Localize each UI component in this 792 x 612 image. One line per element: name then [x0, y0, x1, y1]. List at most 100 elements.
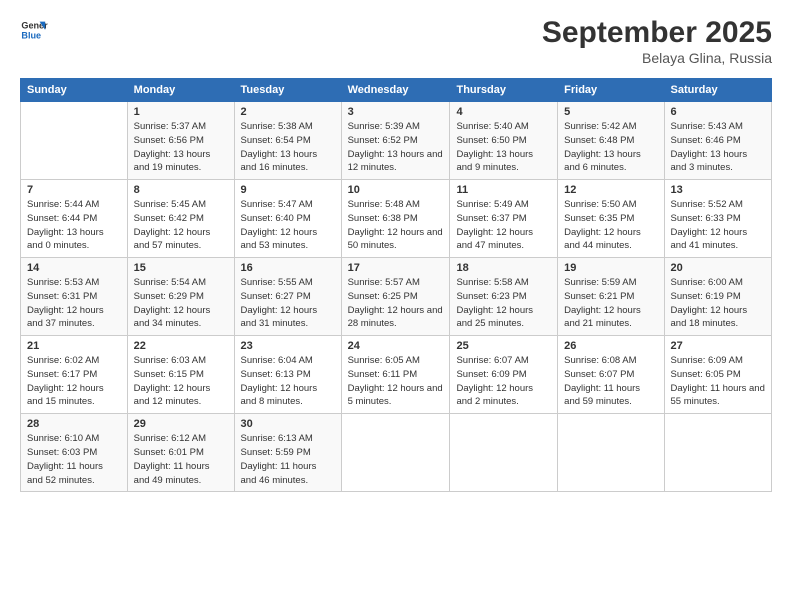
- day-info: Sunrise: 6:00 AMSunset: 6:19 PMDaylight:…: [671, 276, 765, 331]
- day-number: 13: [671, 184, 765, 196]
- calendar-cell: 16 Sunrise: 5:55 AMSunset: 6:27 PMDaylig…: [234, 258, 341, 336]
- calendar-cell: 27 Sunrise: 6:09 AMSunset: 6:05 PMDaylig…: [664, 336, 771, 414]
- day-number: 25: [456, 340, 551, 352]
- day-number: 14: [27, 262, 121, 274]
- day-number: 12: [564, 184, 657, 196]
- day-number: 4: [456, 106, 551, 118]
- day-number: 7: [27, 184, 121, 196]
- day-info: Sunrise: 5:45 AMSunset: 6:42 PMDaylight:…: [134, 198, 228, 253]
- day-number: 2: [241, 106, 335, 118]
- calendar-cell: 18 Sunrise: 5:58 AMSunset: 6:23 PMDaylig…: [450, 258, 558, 336]
- day-number: 8: [134, 184, 228, 196]
- day-number: 17: [348, 262, 444, 274]
- day-number: 24: [348, 340, 444, 352]
- calendar-week-row: 7 Sunrise: 5:44 AMSunset: 6:44 PMDayligh…: [21, 180, 772, 258]
- day-number: 6: [671, 106, 765, 118]
- day-info: Sunrise: 5:50 AMSunset: 6:35 PMDaylight:…: [564, 198, 657, 253]
- day-info: Sunrise: 6:09 AMSunset: 6:05 PMDaylight:…: [671, 354, 765, 409]
- day-number: 27: [671, 340, 765, 352]
- day-info: Sunrise: 6:07 AMSunset: 6:09 PMDaylight:…: [456, 354, 551, 409]
- day-info: Sunrise: 5:55 AMSunset: 6:27 PMDaylight:…: [241, 276, 335, 331]
- day-number: 22: [134, 340, 228, 352]
- calendar-cell: 5 Sunrise: 5:42 AMSunset: 6:48 PMDayligh…: [558, 102, 664, 180]
- calendar-cell: [21, 102, 128, 180]
- calendar-cell: 1 Sunrise: 5:37 AMSunset: 6:56 PMDayligh…: [127, 102, 234, 180]
- calendar-cell: 7 Sunrise: 5:44 AMSunset: 6:44 PMDayligh…: [21, 180, 128, 258]
- day-info: Sunrise: 5:40 AMSunset: 6:50 PMDaylight:…: [456, 120, 551, 175]
- calendar-cell: 28 Sunrise: 6:10 AMSunset: 6:03 PMDaylig…: [21, 414, 128, 492]
- day-info: Sunrise: 5:39 AMSunset: 6:52 PMDaylight:…: [348, 120, 444, 175]
- day-info: Sunrise: 6:03 AMSunset: 6:15 PMDaylight:…: [134, 354, 228, 409]
- day-info: Sunrise: 5:57 AMSunset: 6:25 PMDaylight:…: [348, 276, 444, 331]
- day-number: 9: [241, 184, 335, 196]
- calendar-week-row: 28 Sunrise: 6:10 AMSunset: 6:03 PMDaylig…: [21, 414, 772, 492]
- calendar-cell: [341, 414, 450, 492]
- header-wednesday: Wednesday: [341, 79, 450, 102]
- calendar-cell: 10 Sunrise: 5:48 AMSunset: 6:38 PMDaylig…: [341, 180, 450, 258]
- day-number: 30: [241, 418, 335, 430]
- calendar-week-row: 14 Sunrise: 5:53 AMSunset: 6:31 PMDaylig…: [21, 258, 772, 336]
- calendar-cell: 21 Sunrise: 6:02 AMSunset: 6:17 PMDaylig…: [21, 336, 128, 414]
- day-number: 5: [564, 106, 657, 118]
- calendar-cell: 2 Sunrise: 5:38 AMSunset: 6:54 PMDayligh…: [234, 102, 341, 180]
- day-number: 29: [134, 418, 228, 430]
- day-info: Sunrise: 5:59 AMSunset: 6:21 PMDaylight:…: [564, 276, 657, 331]
- calendar-table: Sunday Monday Tuesday Wednesday Thursday…: [20, 78, 772, 492]
- day-number: 20: [671, 262, 765, 274]
- header-friday: Friday: [558, 79, 664, 102]
- day-number: 1: [134, 106, 228, 118]
- month-title: September 2025: [542, 16, 772, 50]
- day-number: 11: [456, 184, 551, 196]
- calendar-cell: 12 Sunrise: 5:50 AMSunset: 6:35 PMDaylig…: [558, 180, 664, 258]
- calendar-cell: 24 Sunrise: 6:05 AMSunset: 6:11 PMDaylig…: [341, 336, 450, 414]
- calendar-cell: 8 Sunrise: 5:45 AMSunset: 6:42 PMDayligh…: [127, 180, 234, 258]
- header-sunday: Sunday: [21, 79, 128, 102]
- day-number: 10: [348, 184, 444, 196]
- day-info: Sunrise: 5:54 AMSunset: 6:29 PMDaylight:…: [134, 276, 228, 331]
- day-info: Sunrise: 5:58 AMSunset: 6:23 PMDaylight:…: [456, 276, 551, 331]
- day-number: 21: [27, 340, 121, 352]
- calendar-page: General Blue September 2025 Belaya Glina…: [0, 0, 792, 612]
- calendar-cell: 23 Sunrise: 6:04 AMSunset: 6:13 PMDaylig…: [234, 336, 341, 414]
- day-number: 28: [27, 418, 121, 430]
- svg-text:Blue: Blue: [21, 30, 41, 40]
- calendar-cell: 9 Sunrise: 5:47 AMSunset: 6:40 PMDayligh…: [234, 180, 341, 258]
- weekday-header-row: Sunday Monday Tuesday Wednesday Thursday…: [21, 79, 772, 102]
- header-tuesday: Tuesday: [234, 79, 341, 102]
- logo: General Blue: [20, 16, 48, 44]
- day-info: Sunrise: 5:43 AMSunset: 6:46 PMDaylight:…: [671, 120, 765, 175]
- day-info: Sunrise: 5:48 AMSunset: 6:38 PMDaylight:…: [348, 198, 444, 253]
- calendar-cell: 30 Sunrise: 6:13 AMSunset: 5:59 PMDaylig…: [234, 414, 341, 492]
- day-info: Sunrise: 5:53 AMSunset: 6:31 PMDaylight:…: [27, 276, 121, 331]
- day-info: Sunrise: 6:13 AMSunset: 5:59 PMDaylight:…: [241, 432, 335, 487]
- calendar-cell: 4 Sunrise: 5:40 AMSunset: 6:50 PMDayligh…: [450, 102, 558, 180]
- day-number: 23: [241, 340, 335, 352]
- day-number: 18: [456, 262, 551, 274]
- calendar-cell: 11 Sunrise: 5:49 AMSunset: 6:37 PMDaylig…: [450, 180, 558, 258]
- calendar-cell: 15 Sunrise: 5:54 AMSunset: 6:29 PMDaylig…: [127, 258, 234, 336]
- day-info: Sunrise: 5:44 AMSunset: 6:44 PMDaylight:…: [27, 198, 121, 253]
- calendar-cell: [664, 414, 771, 492]
- calendar-cell: 3 Sunrise: 5:39 AMSunset: 6:52 PMDayligh…: [341, 102, 450, 180]
- day-info: Sunrise: 6:04 AMSunset: 6:13 PMDaylight:…: [241, 354, 335, 409]
- day-info: Sunrise: 6:12 AMSunset: 6:01 PMDaylight:…: [134, 432, 228, 487]
- title-block: September 2025 Belaya Glina, Russia: [542, 16, 772, 66]
- day-number: 16: [241, 262, 335, 274]
- header-saturday: Saturday: [664, 79, 771, 102]
- day-number: 3: [348, 106, 444, 118]
- day-info: Sunrise: 6:05 AMSunset: 6:11 PMDaylight:…: [348, 354, 444, 409]
- day-number: 15: [134, 262, 228, 274]
- day-info: Sunrise: 5:47 AMSunset: 6:40 PMDaylight:…: [241, 198, 335, 253]
- day-number: 26: [564, 340, 657, 352]
- calendar-cell: 20 Sunrise: 6:00 AMSunset: 6:19 PMDaylig…: [664, 258, 771, 336]
- header-thursday: Thursday: [450, 79, 558, 102]
- calendar-cell: [450, 414, 558, 492]
- calendar-cell: 29 Sunrise: 6:12 AMSunset: 6:01 PMDaylig…: [127, 414, 234, 492]
- day-info: Sunrise: 6:10 AMSunset: 6:03 PMDaylight:…: [27, 432, 121, 487]
- calendar-week-row: 21 Sunrise: 6:02 AMSunset: 6:17 PMDaylig…: [21, 336, 772, 414]
- location: Belaya Glina, Russia: [542, 50, 772, 66]
- calendar-cell: 22 Sunrise: 6:03 AMSunset: 6:15 PMDaylig…: [127, 336, 234, 414]
- calendar-cell: 13 Sunrise: 5:52 AMSunset: 6:33 PMDaylig…: [664, 180, 771, 258]
- header: General Blue September 2025 Belaya Glina…: [20, 16, 772, 66]
- logo-icon: General Blue: [20, 16, 48, 44]
